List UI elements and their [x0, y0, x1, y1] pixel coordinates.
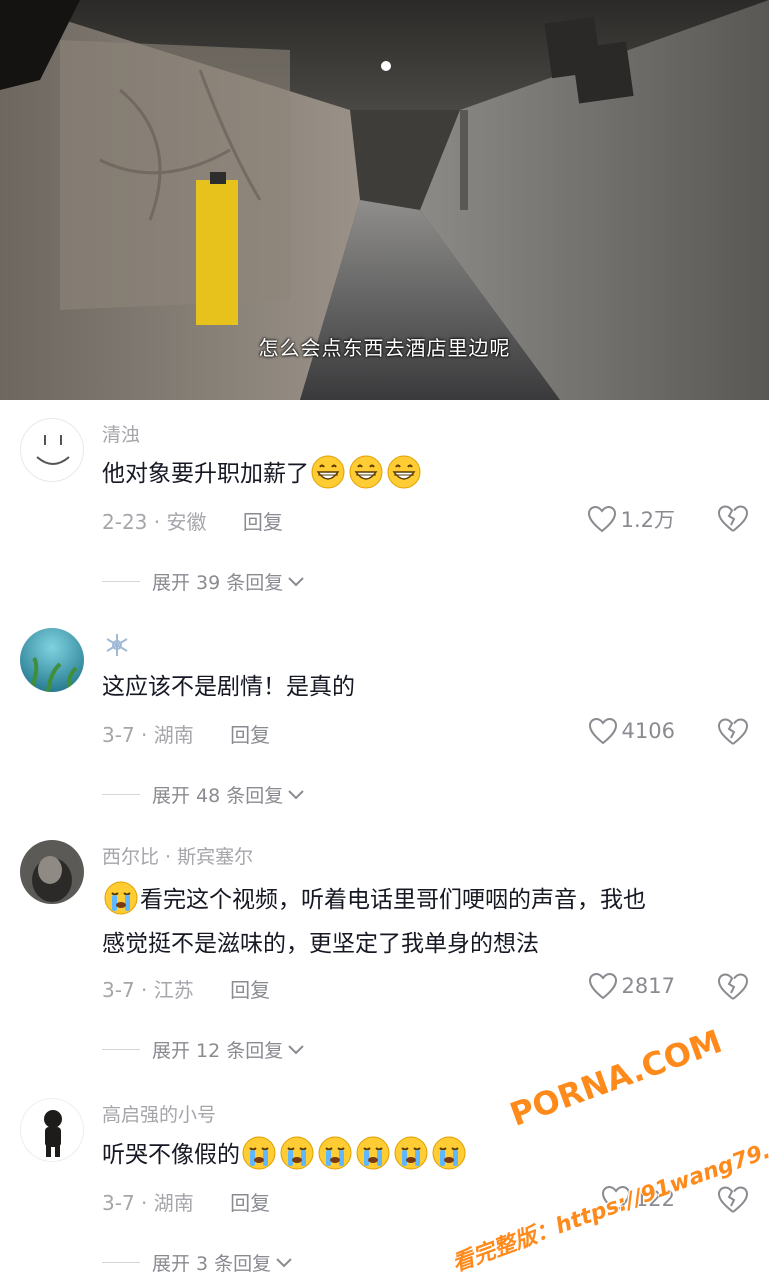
divider-line — [102, 794, 140, 795]
chevron-down-icon — [288, 789, 304, 799]
comment-meta: 2-23 · 安徽 回复 — [102, 506, 283, 535]
divider-line — [102, 581, 140, 582]
comment-date-location: 2-23 · 安徽 — [102, 510, 207, 534]
comment-meta: 3-7 · 江苏 回复 — [102, 974, 270, 1003]
grin-emoji-icon — [311, 455, 345, 488]
avatar-image — [20, 628, 84, 692]
cry-emoji-icon — [318, 1136, 352, 1169]
expand-replies-label: 展开 3 条回复 — [152, 1253, 272, 1275]
heart-icon — [588, 972, 617, 1000]
comment-text-line: 看完这个视频，听着电话里哥们哽咽的声音，我也 — [140, 887, 646, 913]
reply-button[interactable]: 回复 — [230, 723, 270, 747]
expand-replies[interactable]: 展开 3 条回复 — [102, 1249, 294, 1276]
like-count: 4106 — [621, 719, 675, 743]
broken-heart-icon[interactable] — [716, 504, 750, 534]
comment-item: 清浊 他对象要升职加薪了 2-23 · 安徽 回复 1.2万 展开 39 条回复 — [0, 400, 769, 615]
smile-face-icon — [36, 435, 70, 465]
expand-replies[interactable]: 展开 12 条回复 — [102, 1036, 306, 1063]
comment-username[interactable]: 高启强的小号 — [102, 1100, 216, 1127]
chevron-down-icon — [276, 1257, 292, 1267]
broken-heart-icon[interactable] — [716, 972, 750, 1002]
comment-username[interactable]: 清浊 — [102, 420, 140, 447]
comment-meta: 3-7 · 湖南 回复 — [102, 719, 270, 748]
comment-item: 西尔比 · 斯宾塞尔 看完这个视频，听着电话里哥们哽咽的声音，我也 感觉挺不是滋… — [0, 830, 769, 1080]
expand-replies-label: 展开 39 条回复 — [152, 572, 284, 594]
comment-text-line: 感觉挺不是滋味的，更坚定了我单身的想法 — [102, 931, 539, 957]
avatar[interactable] — [20, 628, 84, 692]
reply-button[interactable]: 回复 — [230, 978, 270, 1002]
cry-emoji-icon — [280, 1136, 314, 1169]
chevron-down-icon — [288, 576, 304, 586]
reply-button[interactable]: 回复 — [230, 1191, 270, 1215]
divider-line — [102, 1049, 140, 1050]
comment-text: 他对象要升职加薪了 — [102, 452, 742, 496]
chevron-down-icon — [288, 1044, 304, 1054]
comment-date-location: 3-7 · 湖南 — [102, 1191, 194, 1215]
comment-date-location: 3-7 · 湖南 — [102, 723, 194, 747]
like-button[interactable]: 2817 — [588, 972, 675, 1000]
snowflake-icon — [106, 634, 128, 656]
like-button[interactable]: 1.2万 — [587, 504, 675, 534]
emoji-group — [309, 455, 423, 488]
broken-heart-icon[interactable] — [716, 1185, 750, 1215]
cry-emoji-icon — [394, 1136, 428, 1169]
avatar[interactable] — [20, 418, 84, 482]
broken-heart-icon[interactable] — [716, 717, 750, 747]
like-count: 2817 — [621, 974, 675, 998]
comment-item: 这应该不是剧情！是真的 3-7 · 湖南 回复 4106 展开 48 条回复 — [0, 615, 769, 830]
cry-emoji-icon — [242, 1136, 276, 1169]
emoji-group — [240, 1136, 468, 1169]
like-button[interactable]: 4106 — [588, 717, 675, 745]
comment-text: 看完这个视频，听着电话里哥们哽咽的声音，我也 感觉挺不是滋味的，更坚定了我单身的… — [102, 878, 742, 966]
expand-replies[interactable]: 展开 39 条回复 — [102, 568, 306, 595]
expand-replies[interactable]: 展开 48 条回复 — [102, 781, 306, 808]
cry-emoji-icon — [104, 881, 138, 914]
video-subtitle: 怎么会点东西去酒店里边呢 — [258, 336, 511, 360]
avatar-image — [44, 1110, 62, 1157]
comment-meta: 3-7 · 湖南 回复 — [102, 1187, 270, 1216]
heart-icon — [587, 505, 616, 533]
reply-button[interactable]: 回复 — [243, 510, 283, 534]
like-count: 1.2万 — [620, 508, 675, 532]
comment-text-body: 听哭不像假的 — [102, 1142, 240, 1168]
comment-text-body: 他对象要升职加薪了 — [102, 461, 309, 487]
expand-replies-label: 展开 48 条回复 — [152, 785, 284, 807]
avatar[interactable] — [20, 1098, 84, 1162]
grin-emoji-icon — [349, 455, 383, 488]
avatar[interactable] — [20, 840, 84, 904]
cry-emoji-icon — [356, 1136, 390, 1169]
divider-line — [102, 1262, 140, 1263]
avatar-image — [20, 840, 84, 904]
video-player[interactable]: 怎么会点东西去酒店里边呢 — [0, 0, 769, 400]
comment-date-location: 3-7 · 江苏 — [102, 978, 194, 1002]
heart-icon — [588, 717, 617, 745]
comment-text: 这应该不是剧情！是真的 — [102, 674, 355, 700]
comment-username[interactable]: 西尔比 · 斯宾塞尔 — [102, 842, 253, 869]
cry-emoji — [102, 881, 140, 914]
cry-emoji-icon — [432, 1136, 466, 1169]
grin-emoji-icon — [387, 455, 421, 488]
expand-replies-label: 展开 12 条回复 — [152, 1040, 284, 1062]
comment-text: 听哭不像假的 — [102, 1133, 742, 1177]
